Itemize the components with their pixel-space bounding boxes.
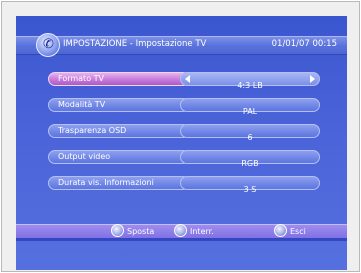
arrow-right-icon[interactable] (310, 75, 315, 83)
setting-value: PAL (242, 107, 258, 116)
title-bar: ✆ IMPOSTAZIONE - Impostazione TV 01/01/0… (16, 33, 347, 57)
setting-value: 4:3 LB (237, 81, 263, 90)
hint-move: Sposta (111, 224, 155, 239)
setting-value: 3 S (243, 185, 257, 194)
setting-value-pill[interactable]: PAL (180, 98, 320, 116)
setting-row-modalita-tv[interactable]: Modalità TV PAL (48, 98, 320, 116)
setting-row-durata-informazioni[interactable]: Durata vis. Informazioni 3 S (48, 176, 320, 194)
settings-icon: ✆ (36, 33, 60, 57)
setting-row-trasparenza-osd[interactable]: Trasparenza OSD 6 (48, 124, 320, 142)
datetime: 01/01/07 00:15 (271, 39, 337, 49)
setting-value-pill[interactable]: RGB (180, 150, 320, 168)
page-title: IMPOSTAZIONE - Impostazione TV (63, 39, 207, 49)
setting-label: Trasparenza OSD (58, 126, 127, 135)
screenshot-frame: ✆ IMPOSTAZIONE - Impostazione TV 01/01/0… (1, 1, 360, 272)
setting-value-pill[interactable]: 3 S (180, 176, 320, 194)
bottom-separator (16, 238, 347, 241)
setting-label: Formato TV (58, 74, 104, 83)
setting-row-formato-tv[interactable]: Formato TV 4:3 LB (48, 72, 320, 90)
arrow-left-icon[interactable] (185, 75, 190, 83)
hint-move-label: Sposta (127, 227, 155, 236)
hint-confirm-label: Interr. (190, 227, 214, 236)
setting-row-output-video[interactable]: Output video RGB (48, 150, 320, 168)
setting-value-selector[interactable]: 4:3 LB (180, 72, 320, 90)
setting-label-pill: Durata vis. Informazioni (48, 176, 190, 190)
setting-label-pill: Formato TV (48, 72, 190, 86)
setting-label: Modalità TV (58, 100, 106, 109)
setting-value: 6 (247, 133, 253, 142)
setting-value-pill[interactable]: 6 (180, 124, 320, 142)
updown-key-icon (111, 224, 124, 237)
hint-exit-label: Esci (290, 227, 306, 236)
setting-label: Durata vis. Informazioni (58, 178, 154, 187)
setting-label-pill: Trasparenza OSD (48, 124, 190, 138)
exit-key-icon (274, 224, 287, 237)
setting-label-pill: Output video (48, 150, 190, 164)
setting-label: Output video (58, 152, 111, 161)
hint-confirm: Interr. (174, 224, 214, 239)
ok-key-icon (174, 224, 187, 237)
tv-screen: ✆ IMPOSTAZIONE - Impostazione TV 01/01/0… (16, 16, 347, 270)
setting-value: RGB (241, 159, 259, 168)
hint-exit: Esci (274, 224, 306, 239)
setting-label-pill: Modalità TV (48, 98, 190, 112)
